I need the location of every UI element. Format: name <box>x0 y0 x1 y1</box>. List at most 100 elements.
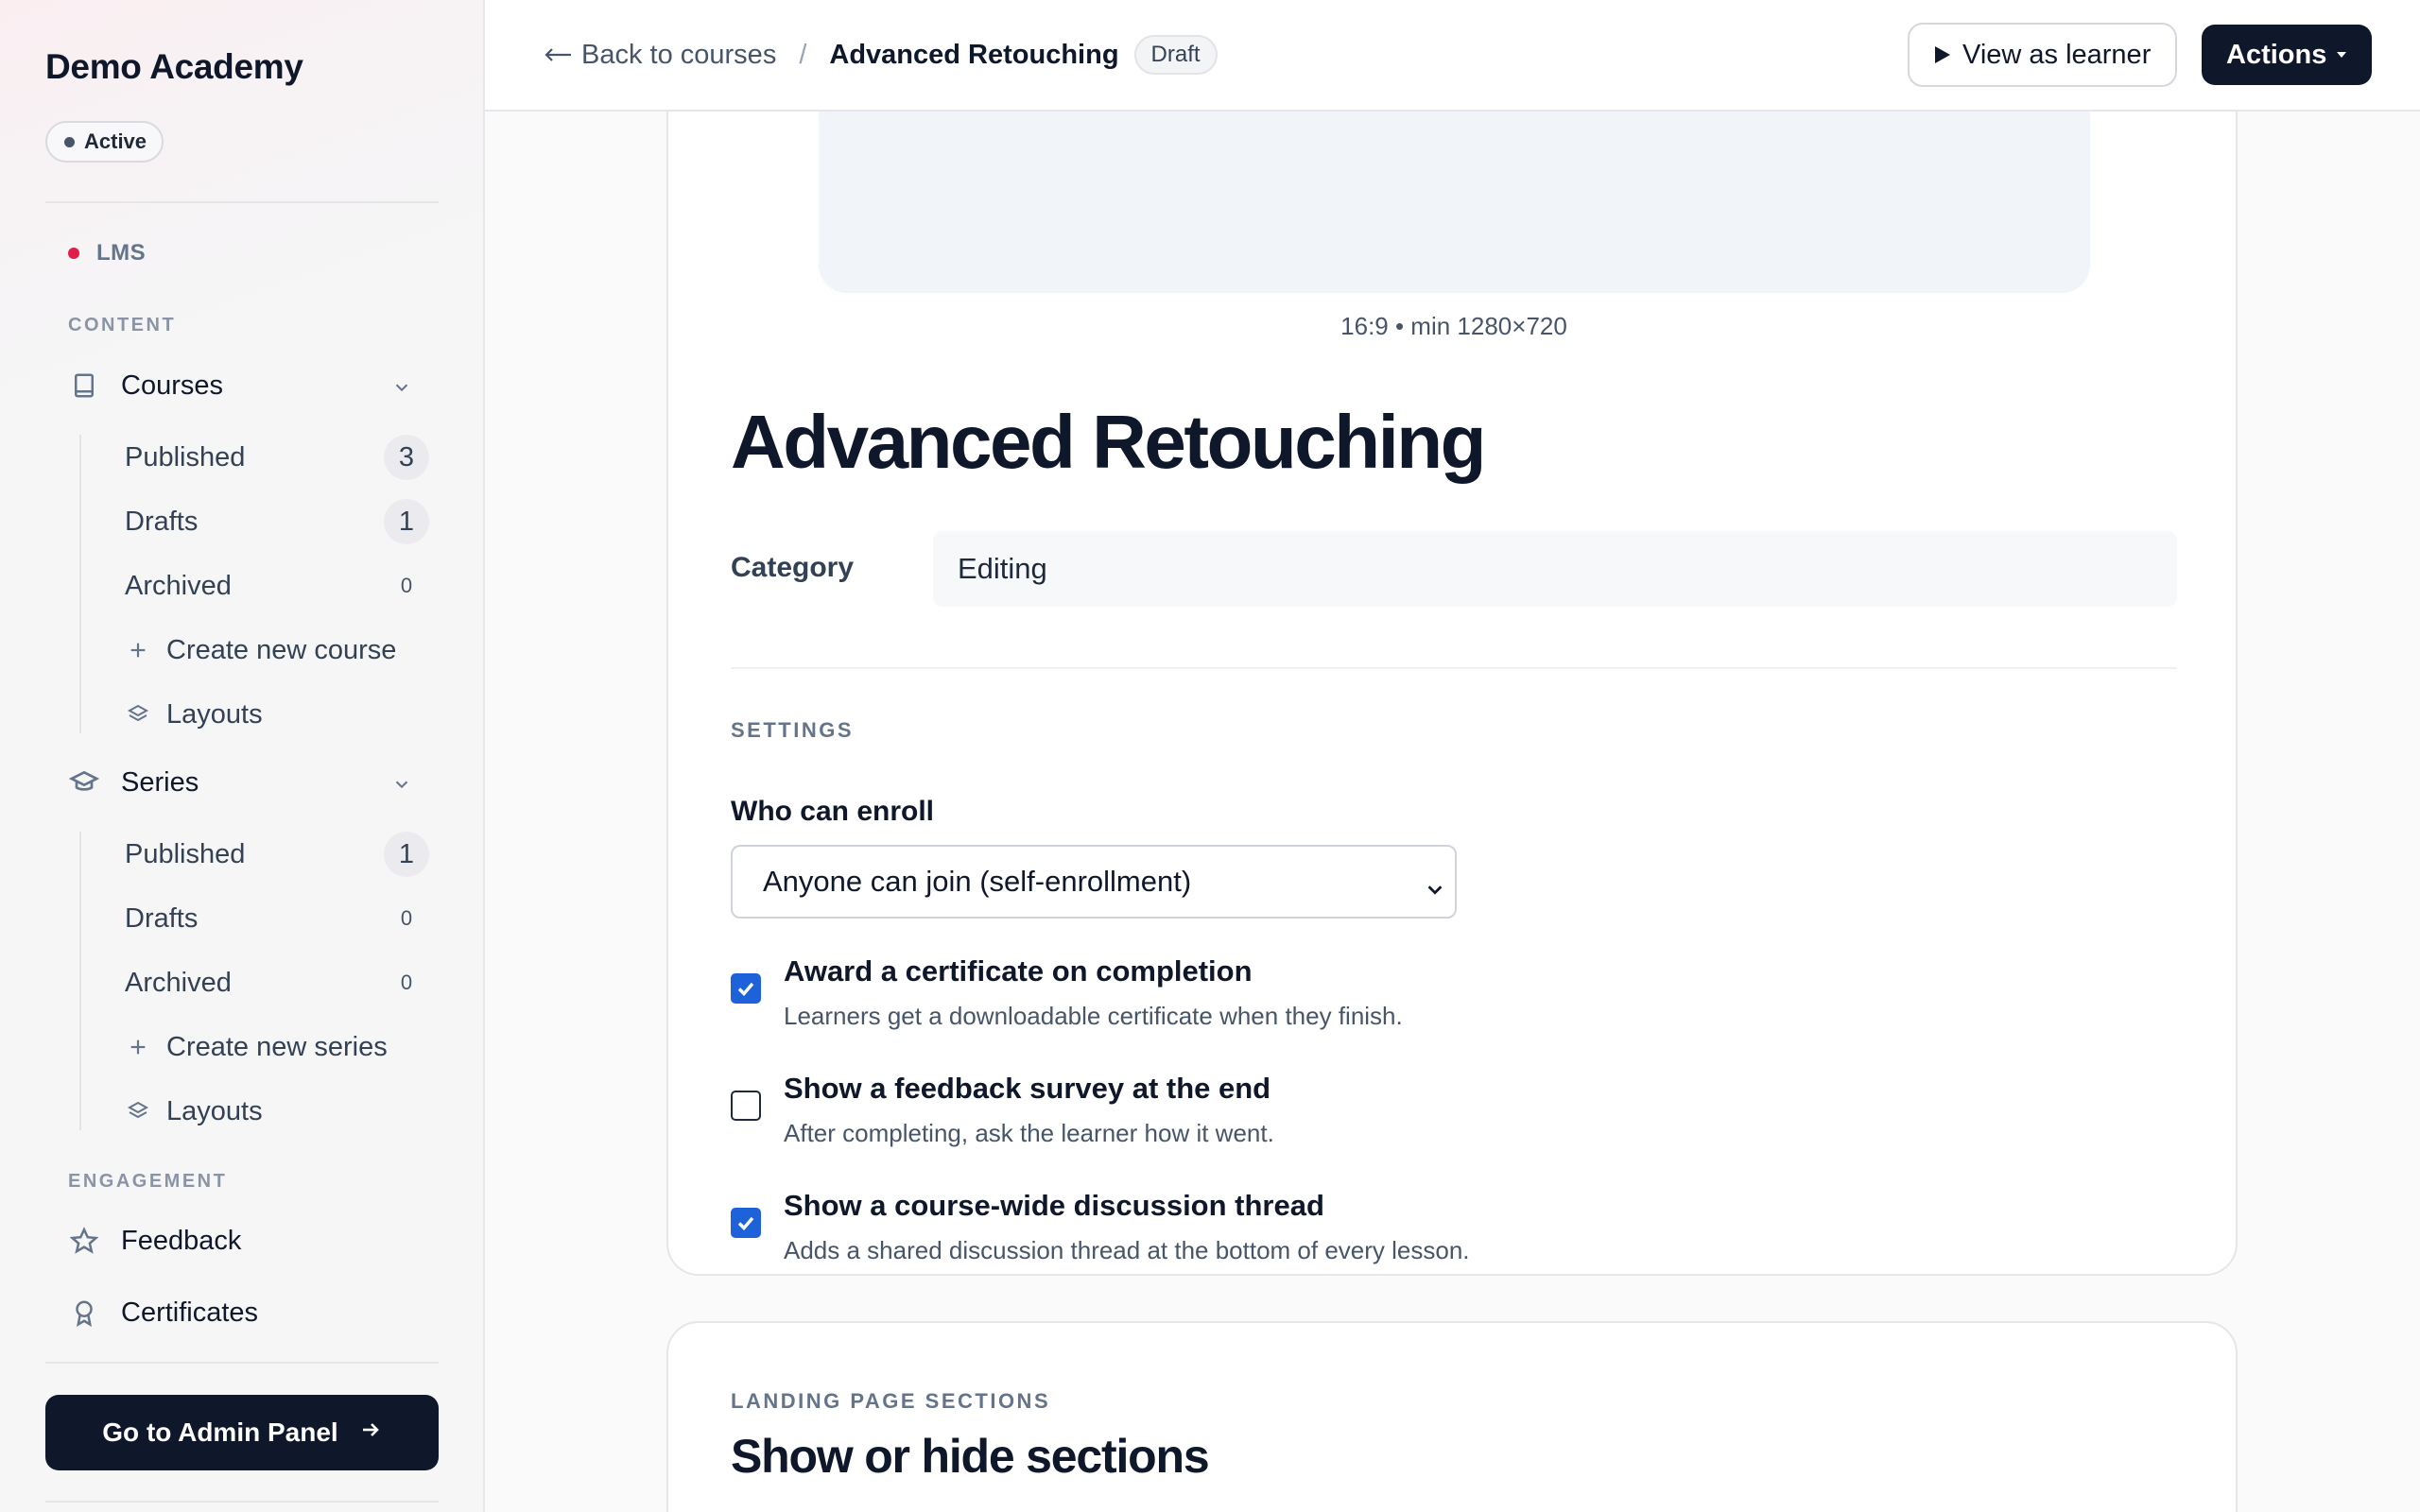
actions-label: Actions <box>2226 39 2327 70</box>
star-icon <box>68 1225 100 1257</box>
app-dot-icon <box>68 248 79 259</box>
sidebar-item-label: Drafts <box>125 902 199 934</box>
sidebar-divider <box>45 201 439 203</box>
admin-panel-label: Go to Admin Panel <box>102 1418 338 1447</box>
sidebar-item-courses-archived[interactable]: Archived 0 <box>125 563 429 609</box>
section-label-content: CONTENT <box>68 315 177 335</box>
sidebar: Demo Academy Active LMS CONTENT Courses … <box>0 0 485 1512</box>
sidebar-item-series-archived[interactable]: Archived 0 <box>125 960 429 1005</box>
arrow-left-icon <box>544 48 571 61</box>
sidebar-item-courses-published[interactable]: Published 3 <box>125 435 429 480</box>
option-description: Learners get a downloadable certificate … <box>784 1002 1403 1030</box>
section-divider <box>731 667 2177 669</box>
award-icon <box>68 1297 100 1329</box>
sidebar-item-series[interactable]: Series <box>68 760 427 805</box>
plus-icon <box>125 1034 151 1060</box>
enroll-select[interactable]: Anyone can join (self-enrollment) <box>731 845 1457 919</box>
count-badge: 1 <box>384 832 429 877</box>
landing-sections-card: LANDING PAGE SECTIONS Show or hide secti… <box>666 1321 2238 1512</box>
settings-heading: SETTINGS <box>731 718 855 742</box>
status-dot-icon <box>64 136 75 147</box>
chevron-down-icon <box>1425 873 1445 907</box>
option-description: Adds a shared discussion thread at the b… <box>784 1236 1470 1264</box>
layers-icon <box>125 701 151 728</box>
check-icon <box>737 1216 754 1231</box>
option-description: After completing, ask the learner how it… <box>784 1119 1274 1147</box>
actions-button[interactable]: Actions <box>2202 25 2373 85</box>
status-label: Active <box>84 129 147 153</box>
sidebar-item-feedback[interactable]: Feedback <box>68 1218 427 1263</box>
admin-panel-button[interactable]: Go to Admin Panel <box>45 1395 439 1470</box>
sidebar-item-label: Certificates <box>121 1297 259 1328</box>
count-badge: 0 <box>400 906 413 930</box>
landing-sections-title: Show or hide sections <box>731 1430 1210 1483</box>
chevron-down-icon[interactable] <box>391 771 412 802</box>
option-title[interactable]: Show a course-wide discussion thread <box>784 1189 1324 1223</box>
sidebar-item-label: Published <box>125 441 246 472</box>
certificate-checkbox[interactable] <box>731 973 761 1004</box>
check-icon <box>737 982 754 997</box>
category-input[interactable]: Editing <box>933 531 2177 607</box>
brand-name: Demo Academy <box>45 47 303 86</box>
count-badge: 0 <box>400 971 413 994</box>
sidebar-divider <box>45 1501 439 1503</box>
layouts-label: Layouts <box>166 1095 263 1126</box>
create-course-link[interactable]: Create new course <box>125 627 429 673</box>
sidebar-divider <box>45 1362 439 1364</box>
enroll-label: Who can enroll <box>731 796 935 827</box>
status-badge: Active <box>45 121 164 163</box>
arrow-right-icon <box>359 1418 382 1448</box>
back-label: Back to courses <box>581 39 777 70</box>
create-series-label: Create new series <box>166 1031 388 1062</box>
sidebar-item-courses[interactable]: Courses <box>68 363 427 408</box>
option-title[interactable]: Award a certificate on completion <box>784 954 1253 988</box>
status-badge: Draft <box>1133 35 1218 75</box>
sidebar-item-label: Archived <box>125 570 232 601</box>
sidebar-item-series-published[interactable]: Published 1 <box>125 832 429 877</box>
back-to-courses-link[interactable]: Back to courses <box>544 40 776 71</box>
discussion-thread-checkbox[interactable] <box>731 1208 761 1238</box>
tree-line <box>79 435 81 733</box>
plus-icon <box>125 637 151 663</box>
count-badge: 3 <box>384 435 429 480</box>
create-course-label: Create new course <box>166 634 397 665</box>
sidebar-item-label: Published <box>125 838 246 869</box>
top-bar: Back to courses / Advanced Retouching Dr… <box>485 0 2420 112</box>
graduation-cap-icon <box>68 766 100 799</box>
category-label: Category <box>731 552 855 583</box>
option-discussion-thread: Show a course-wide discussion thread Add… <box>731 1189 2149 1276</box>
cover-image-dropzone[interactable] <box>819 112 2090 293</box>
breadcrumb: Back to courses / Advanced Retouching Dr… <box>544 35 1218 75</box>
course-layouts-link[interactable]: Layouts <box>125 692 429 737</box>
sidebar-item-label: Series <box>121 766 199 798</box>
sidebar-item-label: Drafts <box>125 506 199 537</box>
chevron-down-icon[interactable] <box>391 374 412 405</box>
sidebar-item-label: Feedback <box>121 1225 242 1256</box>
image-size-hint: 16:9 • min 1280×720 <box>1340 312 1567 340</box>
feedback-survey-checkbox[interactable] <box>731 1091 761 1121</box>
breadcrumb-current: Advanced Retouching <box>829 39 1119 70</box>
option-certificate: Award a certificate on completion Learne… <box>731 954 2149 1041</box>
sidebar-item-courses-drafts[interactable]: Drafts 1 <box>125 499 429 544</box>
option-title[interactable]: Show a feedback survey at the end <box>784 1072 1270 1106</box>
enroll-select-value: Anyone can join (self-enrollment) <box>763 865 1192 898</box>
tree-line <box>79 832 81 1130</box>
app-label-text: LMS <box>96 240 147 266</box>
view-as-learner-button[interactable]: View as learner <box>1908 23 2178 87</box>
view-as-learner-label: View as learner <box>1962 39 2152 70</box>
landing-sections-heading: LANDING PAGE SECTIONS <box>731 1389 1051 1413</box>
sidebar-item-certificates[interactable]: Certificates <box>68 1290 427 1335</box>
breadcrumb-separator: / <box>799 39 807 70</box>
section-label-engagement: ENGAGEMENT <box>68 1171 228 1192</box>
course-details-card: 16:9 • min 1280×720 Advanced Retouching … <box>666 57 2238 1276</box>
layers-icon <box>125 1098 151 1125</box>
layouts-label: Layouts <box>166 698 263 730</box>
app-label: LMS <box>68 240 146 266</box>
course-title[interactable]: Advanced Retouching <box>731 399 1487 486</box>
series-layouts-link[interactable]: Layouts <box>125 1089 429 1134</box>
count-badge: 0 <box>400 574 413 597</box>
option-feedback-survey: Show a feedback survey at the end After … <box>731 1072 2149 1159</box>
create-series-link[interactable]: Create new series <box>125 1024 429 1070</box>
sidebar-item-label: Archived <box>125 967 232 998</box>
sidebar-item-series-drafts[interactable]: Drafts 0 <box>125 896 429 941</box>
